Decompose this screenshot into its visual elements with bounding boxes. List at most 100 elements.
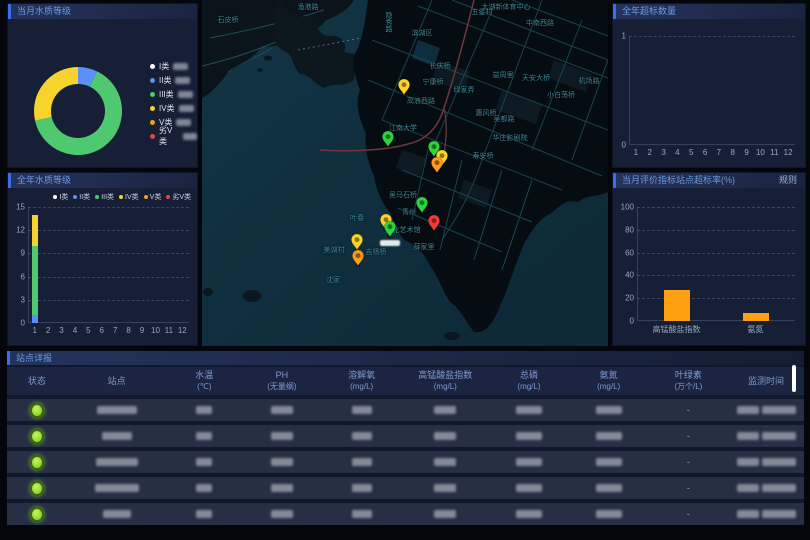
table-cell	[728, 432, 804, 440]
station-pin-III[interactable]	[415, 197, 429, 214]
y-tick: 6	[21, 272, 25, 281]
selected-station-label	[380, 240, 400, 246]
station-pin-III[interactable]	[381, 131, 395, 148]
table-row[interactable]: -	[7, 425, 804, 447]
table-scrollbar[interactable]	[792, 365, 796, 392]
table-title: 站点详报	[7, 351, 804, 365]
table-cell	[322, 510, 402, 518]
table-cell	[728, 458, 804, 466]
y-tick: 0	[630, 317, 634, 326]
table-cell	[569, 432, 649, 440]
table-cell	[401, 458, 489, 466]
redacted-value	[271, 510, 293, 518]
table-cell	[489, 484, 569, 492]
column-header: 氨氮(mg/L)	[569, 370, 649, 392]
redacted-value	[176, 119, 191, 126]
legend-dot	[150, 106, 155, 111]
legend-item[interactable]: III类	[150, 87, 197, 101]
redacted-value	[516, 432, 542, 440]
panel-title: 当月水质等级	[17, 4, 71, 19]
legend-item[interactable]: V类	[144, 192, 162, 202]
map-label: 五星村	[472, 7, 493, 17]
table-cell: -	[649, 431, 729, 441]
x-tick: 高锰酸盐指数	[653, 324, 701, 335]
station-pin-bad[interactable]	[427, 215, 441, 232]
map-label: 滨湖区	[412, 28, 433, 38]
map-label: 天安大桥	[522, 73, 550, 83]
legend-item[interactable]: 劣V类	[166, 192, 191, 202]
x-tick: 11	[770, 148, 778, 157]
y-tick: 20	[625, 294, 634, 303]
table-cell	[166, 432, 242, 440]
redacted-value	[352, 406, 372, 414]
redacted-value	[196, 432, 212, 440]
redacted-value	[173, 63, 188, 70]
table-cell	[7, 507, 67, 522]
x-tick: 7	[717, 148, 721, 157]
legend-item[interactable]: IV类	[119, 192, 139, 202]
legend-item[interactable]: II类	[150, 73, 197, 87]
panel-month-grade: 当月水质等级 I类II类III类IV类V类劣V类	[7, 3, 198, 168]
legend-item[interactable]: I类	[150, 59, 197, 73]
map-label: 叶春	[350, 213, 364, 223]
chlorophyll-value: -	[687, 509, 690, 519]
table-cell	[67, 406, 167, 414]
legend-item[interactable]: II类	[73, 192, 90, 202]
table-row[interactable]: -	[7, 451, 804, 473]
redacted-value	[762, 510, 796, 518]
redacted-value	[516, 484, 542, 492]
map-label: 宁康桥	[423, 77, 444, 87]
legend-item[interactable]: III类	[95, 192, 114, 202]
status-indicator-正常	[30, 429, 44, 444]
x-tick: 10	[756, 148, 765, 157]
x-tick: 1	[32, 326, 36, 335]
panel-title: 全年超标数量	[622, 4, 676, 19]
redacted-value	[434, 458, 456, 466]
map-label: 吴马石桥	[389, 190, 417, 200]
map-label: 益周里	[493, 70, 514, 80]
panel-title: 全年水质等级	[17, 173, 71, 188]
map-label: 华庄影剧院	[493, 133, 528, 143]
station-pin-IV[interactable]	[397, 79, 411, 96]
legend-item[interactable]: I类	[53, 192, 68, 202]
table-cell	[242, 484, 322, 492]
legend-item[interactable]: IV类	[150, 101, 197, 115]
table-cell	[401, 484, 489, 492]
x-tick: 8	[731, 148, 735, 157]
table-row[interactable]: -	[7, 399, 804, 421]
table-cell	[67, 510, 167, 518]
panel-year-grade-header: 全年水质等级	[8, 173, 197, 188]
column-header: 站点	[67, 376, 167, 387]
year-grade-legend: I类 II类 III类 IV类 V类劣V类	[48, 192, 191, 202]
map[interactable]: 石皮桥渔港路太湖新体育中心中南西路滨湖区隐秀路五星村长庆桥宁康桥绿家弄益周里天安…	[202, 0, 608, 346]
station-pin-III[interactable]	[383, 221, 397, 238]
map-label: 机场路	[579, 76, 600, 86]
column-header: 总磷(mg/L)	[489, 370, 569, 392]
redacted-value	[352, 484, 372, 492]
stacked-bar-segment-IV类	[32, 215, 38, 246]
table-cell	[489, 458, 569, 466]
legend-item[interactable]: 劣V类	[150, 129, 197, 143]
column-header: 高锰酸盐指数(mg/L)	[401, 370, 489, 392]
station-pin-V[interactable]	[351, 250, 365, 267]
redacted-value	[352, 510, 372, 518]
redacted-value	[737, 406, 759, 414]
y-tick: 9	[21, 249, 25, 258]
table-cell	[489, 510, 569, 518]
x-tick: 12	[178, 326, 187, 335]
y-tick: 40	[625, 271, 634, 280]
x-tick: 11	[165, 326, 173, 335]
redacted-value	[596, 406, 622, 414]
chlorophyll-value: -	[687, 405, 690, 415]
table-row[interactable]: -	[7, 477, 804, 499]
table-row[interactable]: -	[7, 503, 804, 525]
table-body: - - - - -	[7, 399, 804, 525]
map-label: 绿家弄	[454, 85, 475, 95]
redacted-value	[102, 432, 132, 440]
station-pin-V[interactable]	[430, 157, 444, 174]
table-cell	[7, 455, 67, 470]
station-pin-IV[interactable]	[350, 234, 364, 251]
rules-link[interactable]: 规则	[779, 173, 805, 188]
y-tick: 60	[625, 248, 634, 257]
column-header: 叶绿素(万个/L)	[649, 370, 729, 392]
